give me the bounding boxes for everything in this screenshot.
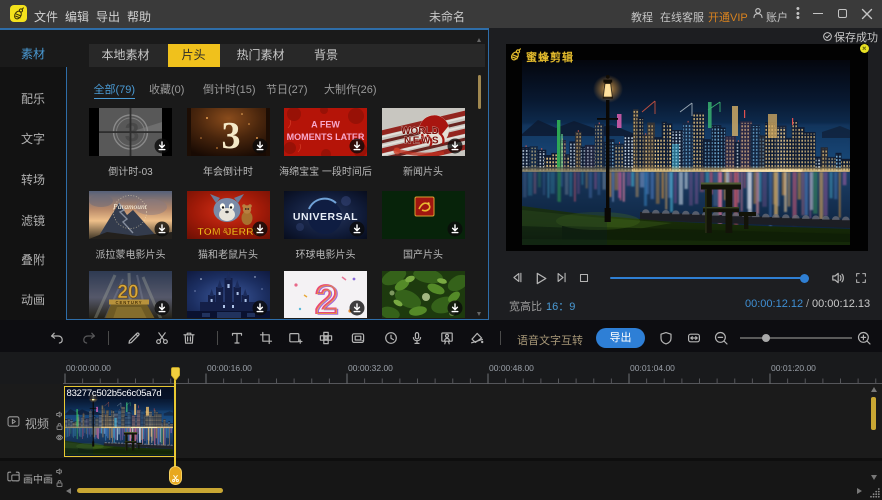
svg-text:00:00:00.00: 00:00:00.00 xyxy=(66,363,111,373)
svg-text:Paramount: Paramount xyxy=(112,202,148,211)
svg-text:00:01:04.00: 00:01:04.00 xyxy=(630,363,675,373)
svg-text:TOM: TOM xyxy=(197,226,220,238)
svg-text:NEWS: NEWS xyxy=(404,136,440,147)
svg-text:3: 3 xyxy=(221,115,240,156)
svg-text:00:00:48.00: 00:00:48.00 xyxy=(489,363,534,373)
svg-text:00:00:32.00: 00:00:32.00 xyxy=(348,363,393,373)
svg-text:CENTURY: CENTURY xyxy=(115,299,142,304)
svg-text:&: & xyxy=(223,228,228,235)
svg-text:A FEW: A FEW xyxy=(311,120,340,130)
svg-text:00:00:16.00: 00:00:16.00 xyxy=(207,363,252,373)
svg-text:00:01:20.00: 00:01:20.00 xyxy=(771,363,816,373)
svg-text:2: 2 xyxy=(316,278,338,318)
